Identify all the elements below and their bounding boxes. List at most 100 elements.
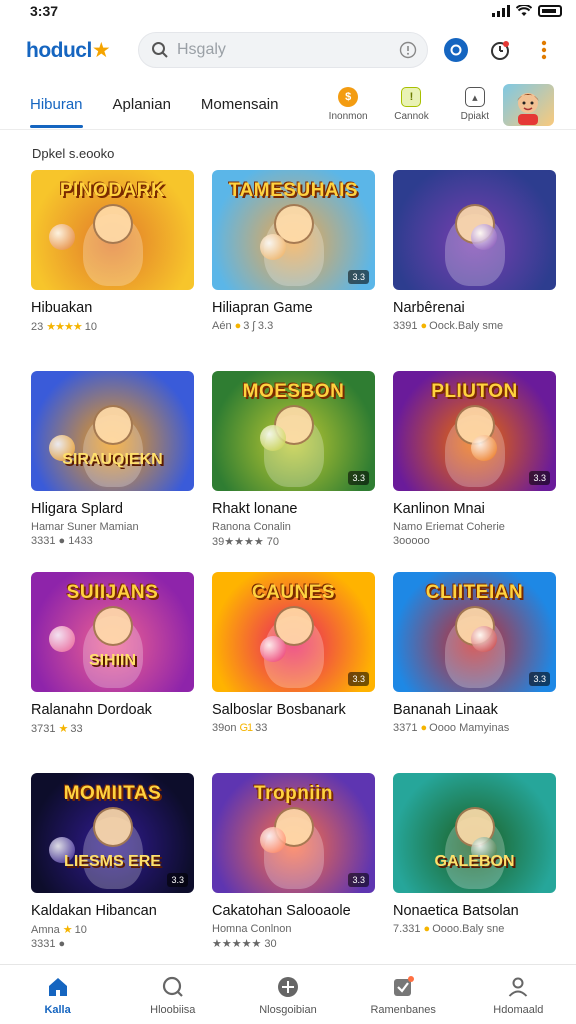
status-bar: 3:37 [0, 0, 576, 22]
game-thumbnail[interactable]: SIRAUQIEKN [31, 371, 194, 491]
game-title[interactable]: Kanlinon Mnai [393, 501, 556, 517]
game-card[interactable]: CAUNES 3.3 Salboslar Bosbanark 39on G1 33 [212, 572, 375, 769]
character-head [93, 807, 133, 847]
game-card[interactable]: Tropniin 3.3 Cakatohan Salooaole Homna Conl… [212, 773, 375, 970]
game-card[interactable]: CLIITEIAN 3.3 Bananah Linaak 3371 ● Oooo Mamy… [393, 572, 556, 769]
game-title[interactable]: Salboslar Bosbanark [212, 702, 375, 718]
nav-search[interactable]: Hloobiisa [123, 974, 223, 1016]
game-card[interactable]: GALEBON Nonaetica Batsolan 7.331 ● Oooo.Baly… [393, 773, 556, 970]
quick-action-1[interactable]: ! Cannok [384, 87, 439, 122]
alert-icon[interactable] [399, 41, 417, 59]
logo-text: hoducl [26, 38, 92, 62]
rating-badge: 3.3 [167, 873, 188, 887]
game-thumbnail[interactable]: PINODARK [31, 170, 194, 290]
game-thumbnail[interactable]: TAMESUHAIS 3.3 [212, 170, 375, 290]
game-card[interactable]: TAMESUHAIS 3.3 Hiliapran Game Aén ● 3 ʃ 3.3 [212, 170, 375, 367]
game-meta: Ranona Conalin [212, 521, 375, 533]
game-thumbnail[interactable]: Tropniin 3.3 [212, 773, 375, 893]
game-meta: 23 ★★★★ 10 [31, 320, 194, 333]
game-card[interactable]: PLIUTON 3.3 Kanlinon Mnai Namo Eriemat Cohe… [393, 371, 556, 568]
game-title[interactable]: Narbêrenai [393, 300, 556, 316]
game-thumbnail[interactable]: CLIITEIAN 3.3 [393, 572, 556, 692]
game-meta: Namo Eriemat Coherie [393, 521, 556, 533]
nav-tasks[interactable]: Ramenbanes [353, 974, 453, 1016]
game-card[interactable]: SUIIJANS SIHIIN Ralanahn Dordoak 3731 ★ 33 [31, 572, 194, 769]
game-card[interactable]: MOESBON 3.3 Rhakt lonane Ranona Conalin 39★★… [212, 371, 375, 568]
tab-2[interactable]: Momensain [201, 80, 279, 130]
search-input[interactable] [177, 41, 391, 59]
meta-tail: 33 [255, 722, 268, 734]
rating-badge: 3.3 [348, 471, 369, 485]
timer-icon[interactable] [488, 38, 512, 62]
game-meta: Homna Conlnon [212, 923, 375, 935]
game-thumbnail[interactable]: CAUNES 3.3 [212, 572, 375, 692]
search-icon [160, 974, 186, 1000]
game-title[interactable]: Hibuakan [31, 300, 194, 316]
rating-badge: 3.3 [348, 873, 369, 887]
meta-tail: Oock.Baly sme [429, 320, 504, 332]
meta-tail: 3 ʃ 3.3 [243, 320, 274, 332]
game-thumbnail[interactable]: SUIIJANS SIHIIN [31, 572, 194, 692]
thumbnail-subtitle: SIHIIN [88, 652, 137, 669]
star-rating: G1 [239, 722, 253, 734]
thumbnail-title: MOMIITAS [63, 783, 162, 804]
orb-decoration [49, 626, 75, 652]
profile-icon [505, 974, 531, 1000]
thumbnail-subtitle: GALEBON [434, 853, 515, 870]
game-title[interactable]: Ralanahn Dordoak [31, 702, 194, 718]
game-thumbnail[interactable]: GALEBON [393, 773, 556, 893]
star-rating: ★ [58, 723, 68, 735]
game-card[interactable]: PINODARK Hibuakan 23 ★★★★ 10 [31, 170, 194, 367]
nav-profile[interactable]: Hdomaald [468, 974, 568, 1016]
app-logo[interactable]: hoducl★ [26, 38, 138, 63]
game-card[interactable]: SIRAUQIEKN Hligara Splard Hamar Suner Mami… [31, 371, 194, 568]
thumbnail-title: MOESBON [242, 381, 345, 402]
game-title[interactable]: Bananah Linaak [393, 702, 556, 718]
meta-tail: 33 [70, 723, 83, 735]
game-meta: 39on G1 33 [212, 722, 375, 734]
game-thumbnail[interactable]: MOESBON 3.3 [212, 371, 375, 491]
game-title[interactable]: Hiliapran Game [212, 300, 375, 316]
thumbnail-title: PLIUTON [431, 381, 518, 402]
wifi-icon [516, 5, 532, 16]
thumbnail-title: PINODARK [59, 180, 166, 201]
quick-action-0[interactable]: $ Inonmon [320, 87, 375, 122]
tab-0[interactable]: Hiburan [30, 80, 83, 130]
game-title[interactable]: Cakatohan Salooaole [212, 903, 375, 919]
check-icon [390, 974, 416, 1000]
game-thumbnail[interactable]: PLIUTON 3.3 [393, 371, 556, 491]
account-icon[interactable] [444, 38, 468, 62]
meta-count: Homna Conlnon [212, 923, 292, 935]
game-meta: Amna ★ 10 [31, 923, 194, 936]
orb-decoration [260, 234, 286, 260]
game-card[interactable]: Narbêrenai 3391 ● Oock.Baly sme [393, 170, 556, 367]
home-icon [45, 974, 71, 1000]
more-menu-icon[interactable] [532, 38, 556, 62]
nav-home[interactable]: Kalla [8, 974, 108, 1016]
meta-tail: Oooo.Baly sne [432, 923, 505, 935]
avatar[interactable] [502, 83, 555, 126]
game-title[interactable]: Hligara Splard [31, 501, 194, 517]
quick-action-2[interactable]: ▴ Dpiakt [447, 87, 502, 122]
tab-1[interactable]: Aplanian [113, 80, 171, 130]
game-title[interactable]: Kaldakan Hibancan [31, 903, 194, 919]
game-title[interactable]: Rhakt lonane [212, 501, 375, 517]
rating-badge: 3.3 [529, 672, 550, 686]
game-card[interactable]: MOMIITAS LIESMS ERE 3.3 Kaldakan Hibancan Am… [31, 773, 194, 970]
game-thumbnail[interactable]: MOMIITAS LIESMS ERE 3.3 [31, 773, 194, 893]
meta-count: Amna [31, 924, 60, 936]
orb-decoration [260, 636, 286, 662]
orb-decoration [471, 626, 497, 652]
game-title[interactable]: Nonaetica Batsolan [393, 903, 556, 919]
orb-decoration [49, 224, 75, 250]
orb-decoration [260, 827, 286, 853]
nav-compass[interactable]: Nlosgoibian [238, 974, 338, 1016]
quick-action-label: Dpiakt [460, 111, 489, 122]
star-rating: ★ [62, 924, 73, 936]
thumbnail-title: Tropniin [254, 783, 333, 804]
search-bar[interactable] [138, 32, 428, 68]
compass-icon [275, 974, 301, 1000]
game-meta-secondary: ★★★★★ 30 [212, 938, 277, 950]
game-thumbnail[interactable] [393, 170, 556, 290]
game-meta: Hamar Suner Mamian [31, 521, 194, 533]
